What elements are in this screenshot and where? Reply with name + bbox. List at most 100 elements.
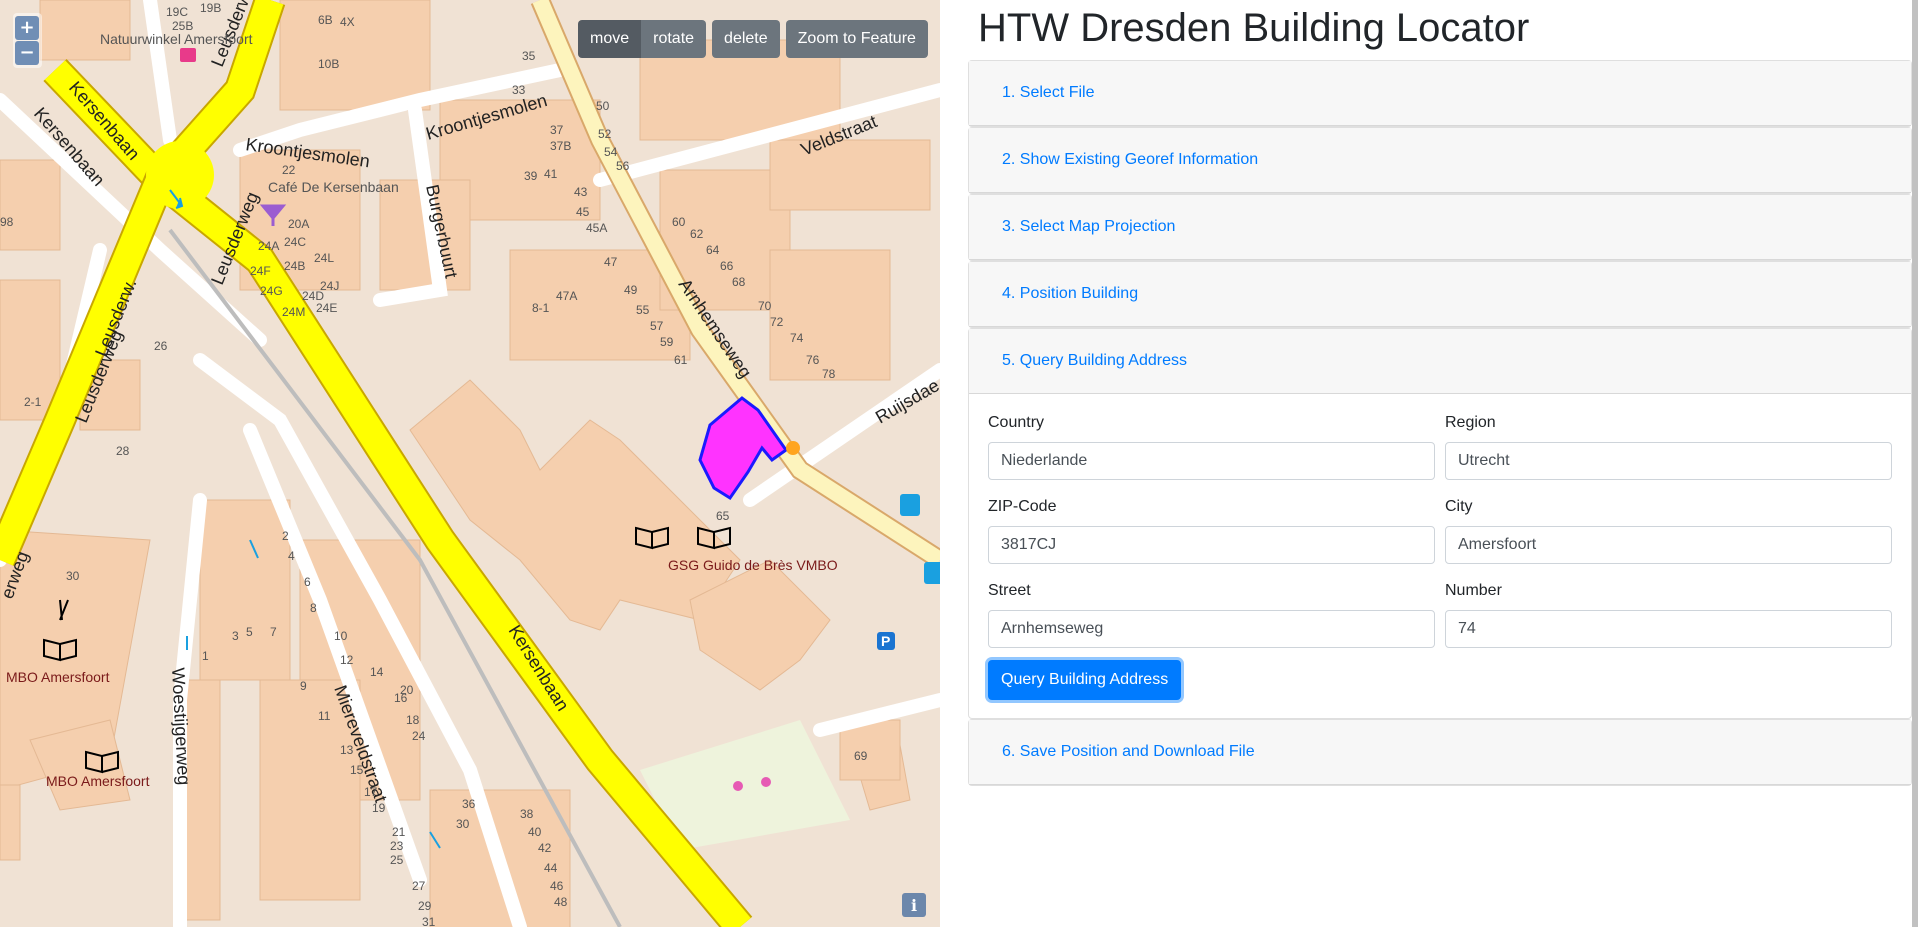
svg-text:8-1: 8-1 <box>532 301 550 315</box>
form-row: ZIP-Code City <box>988 498 1892 564</box>
poi-label: Café De Kersenbaan <box>268 179 399 195</box>
step-header[interactable]: 5. Query Building Address <box>969 329 1911 394</box>
move-button[interactable]: move <box>578 20 642 58</box>
scrollbar-thumb[interactable] <box>1912 0 1918 927</box>
step-header[interactable]: 6. Save Position and Download File <box>969 720 1911 785</box>
step-header[interactable]: 4. Position Building <box>969 262 1911 327</box>
city-field[interactable] <box>1445 526 1892 564</box>
street-group: Street <box>988 582 1435 648</box>
step-header[interactable]: 1. Select File <box>969 61 1911 126</box>
rotate-button[interactable]: rotate <box>641 20 707 58</box>
svg-text:74: 74 <box>790 331 804 345</box>
svg-text:64: 64 <box>706 243 720 257</box>
step-link-position-building[interactable]: 4. Position Building <box>1002 285 1138 303</box>
svg-text:68: 68 <box>732 275 746 289</box>
svg-text:44: 44 <box>544 861 558 875</box>
svg-text:54: 54 <box>604 145 618 159</box>
svg-text:98: 98 <box>0 215 14 229</box>
step-link-query-address[interactable]: 5. Query Building Address <box>1002 352 1187 370</box>
svg-text:57: 57 <box>650 319 664 333</box>
step-link-save-download[interactable]: 6. Save Position and Download File <box>1002 743 1255 761</box>
zoom-control: + − <box>13 13 42 68</box>
step-link-map-projection[interactable]: 3. Select Map Projection <box>1002 218 1175 236</box>
svg-text:35: 35 <box>522 49 536 63</box>
svg-text:37: 37 <box>550 123 564 137</box>
svg-text:10: 10 <box>334 629 348 643</box>
map-view[interactable]: P Kersenbaan Kersenbaan Kersenbaan Leusd… <box>0 0 940 927</box>
svg-text:9: 9 <box>300 679 307 693</box>
step-card: 2. Show Existing Georef Information <box>968 127 1912 194</box>
svg-text:14: 14 <box>370 665 384 679</box>
svg-text:28: 28 <box>116 444 130 458</box>
svg-text:47A: 47A <box>556 289 577 303</box>
svg-text:19C: 19C <box>166 5 188 19</box>
country-label: Country <box>988 414 1045 431</box>
page-scrollbar[interactable] <box>1912 0 1918 927</box>
form-row: Street Number <box>988 582 1892 648</box>
svg-text:56: 56 <box>616 159 630 173</box>
svg-text:45: 45 <box>576 205 590 219</box>
svg-text:2-1: 2-1 <box>24 395 42 409</box>
zoom-in-button[interactable]: + <box>15 16 39 40</box>
form-row: Country Region <box>988 414 1892 480</box>
step-link-georef-info[interactable]: 2. Show Existing Georef Information <box>1002 151 1258 169</box>
region-field[interactable] <box>1445 442 1892 480</box>
svg-text:20A: 20A <box>288 217 309 231</box>
svg-text:24: 24 <box>412 729 426 743</box>
query-building-address-button[interactable]: Query Building Address <box>988 660 1182 700</box>
step-card: 4. Position Building <box>968 261 1912 328</box>
svg-text:50: 50 <box>596 99 610 113</box>
zoom-to-feature-button[interactable]: Zoom to Feature <box>785 20 928 58</box>
street-field[interactable] <box>988 610 1435 648</box>
svg-text:70: 70 <box>758 299 772 313</box>
building-vertex-handle[interactable] <box>786 441 800 455</box>
svg-text:43: 43 <box>574 185 588 199</box>
side-panel: HTW Dresden Building Locator 1. Select F… <box>968 0 1912 786</box>
svg-text:65: 65 <box>716 509 730 523</box>
svg-text:13: 13 <box>340 743 354 757</box>
step-card: 3. Select Map Projection <box>968 194 1912 261</box>
svg-text:47: 47 <box>604 255 618 269</box>
svg-text:24F: 24F <box>250 264 271 278</box>
svg-text:3: 3 <box>232 629 239 643</box>
map-canvas[interactable]: P Kersenbaan Kersenbaan Kersenbaan Leusd… <box>0 0 940 927</box>
svg-text:61: 61 <box>674 353 688 367</box>
svg-text:72: 72 <box>770 315 784 329</box>
number-label: Number <box>1445 582 1502 599</box>
city-label: City <box>1445 498 1473 515</box>
svg-text:45A: 45A <box>586 221 607 235</box>
house-number-field[interactable] <box>1445 610 1892 648</box>
zip-code-field[interactable] <box>988 526 1435 564</box>
delete-button[interactable]: delete <box>712 20 780 58</box>
poi-label: GSG Guido de Brès VMBO <box>668 557 838 573</box>
svg-text:42: 42 <box>538 841 552 855</box>
number-group: Number <box>1445 582 1892 648</box>
svg-text:36: 36 <box>462 797 476 811</box>
country-group: Country <box>988 414 1435 480</box>
zip-label: ZIP-Code <box>988 498 1057 515</box>
country-field[interactable] <box>988 442 1435 480</box>
svg-text:15: 15 <box>350 763 364 777</box>
step-header[interactable]: 3. Select Map Projection <box>969 195 1911 260</box>
svg-text:5: 5 <box>246 625 253 639</box>
svg-text:76: 76 <box>806 353 820 367</box>
svg-text:4: 4 <box>288 549 295 563</box>
svg-text:6: 6 <box>304 575 311 589</box>
svg-text:26: 26 <box>154 339 168 353</box>
poi-label: Natuurwinkel Amersfoort <box>100 31 253 47</box>
svg-text:24M: 24M <box>282 305 305 319</box>
svg-text:78: 78 <box>822 367 836 381</box>
svg-text:30: 30 <box>66 569 80 583</box>
svg-text:27: 27 <box>412 879 426 893</box>
zoom-out-button[interactable]: − <box>15 41 39 65</box>
poi-label: MBO Amersfoort <box>6 669 110 685</box>
steps-accordion: 1. Select File 2. Show Existing Georef I… <box>968 60 1912 786</box>
svg-text:62: 62 <box>690 227 704 241</box>
step-header[interactable]: 2. Show Existing Georef Information <box>969 128 1911 193</box>
svg-text:25B: 25B <box>172 19 193 33</box>
attribution-info-button[interactable]: i <box>902 893 926 917</box>
svg-text:20: 20 <box>400 683 414 697</box>
svg-text:4X: 4X <box>340 15 355 29</box>
step-link-select-file[interactable]: 1. Select File <box>1002 84 1094 102</box>
svg-text:24J: 24J <box>320 279 339 293</box>
